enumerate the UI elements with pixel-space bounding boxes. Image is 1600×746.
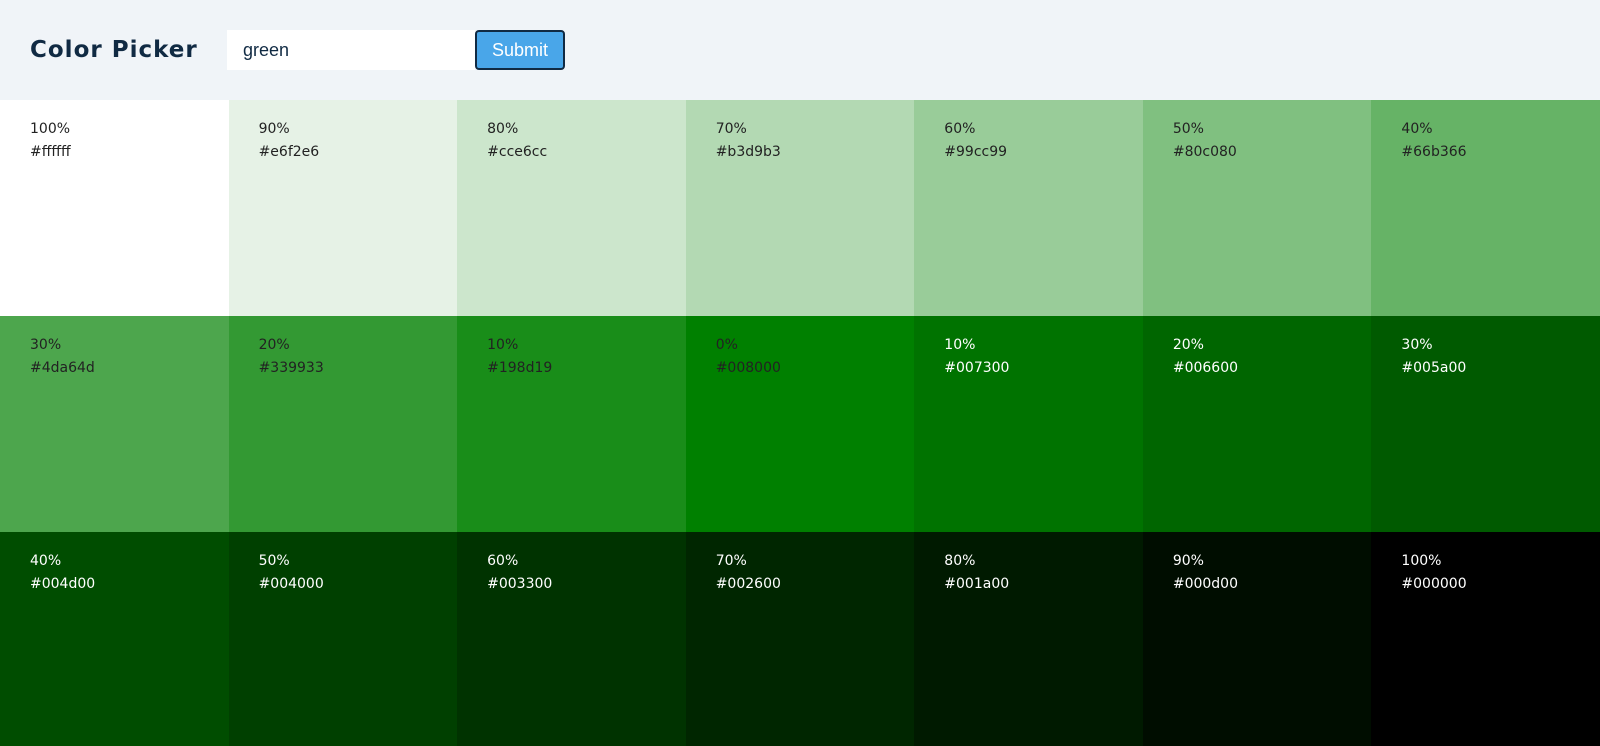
color-swatch[interactable]: 30% #005a00 [1371, 316, 1600, 532]
color-input[interactable] [227, 30, 475, 70]
swatch-hex: #002600 [715, 576, 781, 592]
color-swatch[interactable]: 40% #66b366 [1371, 100, 1600, 316]
color-swatch[interactable]: 60% #99cc99 [914, 100, 1143, 316]
swatch-percent: 70% [715, 553, 747, 569]
swatch-hex: #e6f2e6 [258, 144, 320, 160]
color-swatch[interactable]: 20% #006600 [1142, 316, 1372, 532]
color-swatch[interactable]: 100% #ffffff [0, 100, 229, 316]
swatch-hex: #006600 [1172, 360, 1239, 376]
color-form: Submit [227, 30, 565, 70]
swatch-percent: 90% [1172, 553, 1204, 569]
swatch-hex: #000d00 [1172, 576, 1238, 592]
swatch-percent: 40% [30, 553, 62, 569]
swatch-percent: 50% [258, 553, 290, 569]
swatch-hex: #007300 [944, 360, 1010, 376]
swatch-percent: 90% [258, 121, 290, 137]
app-header: Color Picker Submit [0, 0, 1600, 100]
swatch-percent: 20% [1172, 337, 1204, 353]
swatch-hex: #004d00 [30, 576, 96, 592]
swatch-hex: #80c080 [1172, 144, 1237, 160]
swatch-percent: 60% [944, 121, 976, 137]
color-swatch[interactable]: 50% #80c080 [1142, 100, 1372, 316]
color-swatch[interactable]: 90% #e6f2e6 [228, 100, 458, 316]
swatch-percent: 30% [30, 337, 62, 353]
swatch-hex: #008000 [715, 360, 781, 376]
swatch-hex: #99cc99 [944, 144, 1008, 160]
swatch-percent: 10% [487, 337, 519, 353]
swatch-hex: #198d19 [487, 360, 553, 376]
swatch-hex: #001a00 [944, 576, 1010, 592]
page-title: Color Picker [30, 37, 198, 63]
swatch-percent: 50% [1172, 121, 1204, 137]
swatch-percent: 100% [1401, 553, 1442, 569]
swatch-percent: 70% [715, 121, 747, 137]
swatch-hex: #339933 [258, 360, 324, 376]
swatch-percent: 40% [1401, 121, 1433, 137]
swatch-hex: #005a00 [1401, 360, 1467, 376]
color-swatch[interactable]: 10% #007300 [914, 316, 1143, 532]
swatch-percent: 60% [487, 553, 519, 569]
swatch-hex: #004000 [258, 576, 324, 592]
color-swatch[interactable]: 50% #004000 [228, 532, 458, 746]
swatch-percent: 0% [715, 337, 738, 353]
swatch-hex: #66b366 [1401, 144, 1467, 160]
color-swatch[interactable]: 60% #003300 [457, 532, 686, 746]
color-swatch[interactable]: 90% #000d00 [1142, 532, 1372, 746]
submit-button[interactable]: Submit [475, 30, 565, 70]
color-swatch[interactable]: 10% #198d19 [457, 316, 686, 532]
color-swatch[interactable]: 40% #004d00 [0, 532, 229, 746]
swatch-hex: #ffffff [30, 144, 71, 160]
color-swatch[interactable]: 0% #008000 [685, 316, 915, 532]
swatch-hex: #003300 [487, 576, 553, 592]
swatch-percent: 20% [258, 337, 290, 353]
color-swatch[interactable]: 30% #4da64d [0, 316, 229, 532]
color-swatch[interactable]: 70% #002600 [685, 532, 915, 746]
swatch-hex: #cce6cc [487, 144, 548, 160]
swatch-percent: 80% [944, 553, 976, 569]
swatch-hex: #4da64d [30, 360, 95, 376]
color-swatch[interactable]: 100% #000000 [1371, 532, 1600, 746]
swatch-percent: 10% [944, 337, 976, 353]
color-swatch[interactable]: 80% #001a00 [914, 532, 1143, 746]
swatch-percent: 80% [487, 121, 519, 137]
color-swatch[interactable]: 80% #cce6cc [457, 100, 686, 316]
color-swatch-grid: 100% #ffffff 90% #e6f2e6 80% #cce6cc 70% #b3d9b… [0, 100, 1600, 746]
swatch-hex: #000000 [1401, 576, 1467, 592]
color-swatch[interactable]: 20% #339933 [228, 316, 458, 532]
swatch-percent: 100% [30, 121, 71, 137]
swatch-percent: 30% [1401, 337, 1433, 353]
swatch-hex: #b3d9b3 [715, 144, 781, 160]
color-swatch[interactable]: 70% #b3d9b3 [685, 100, 915, 316]
